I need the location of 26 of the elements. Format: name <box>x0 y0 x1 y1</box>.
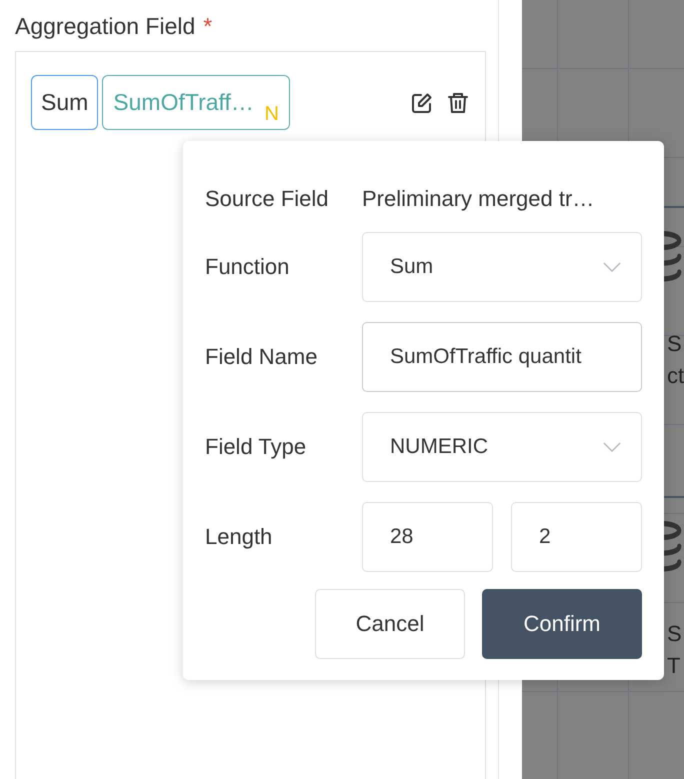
input-field[interactable]: SumOfTraffic quantit <box>362 322 642 392</box>
node-label: S <box>666 620 683 648</box>
chevron-down-icon <box>603 442 621 452</box>
edit-icon[interactable] <box>410 90 434 114</box>
field-tag-text: SumOfTraff… <box>113 89 254 116</box>
dropdown[interactable]: Sum <box>362 232 642 302</box>
cancel-button[interactable]: Cancel <box>315 589 465 659</box>
field-label: Length <box>205 524 274 550</box>
field-label: Field Type <box>205 434 308 460</box>
node-label: T <box>666 652 682 680</box>
node-label: ct <box>666 362 684 390</box>
field-label: Field Name <box>205 344 318 370</box>
type-label: N <box>264 103 279 126</box>
dropdown[interactable]: NUMERIC <box>362 412 642 482</box>
section-title: Aggregation Field <box>15 12 196 40</box>
confirm-button[interactable]: Confirm <box>482 589 642 659</box>
node-label: S <box>666 330 683 358</box>
field-label: Function <box>205 254 290 280</box>
trash-icon[interactable] <box>446 90 470 114</box>
input-field[interactable]: 2 <box>511 502 642 572</box>
required-mark: * <box>203 12 212 40</box>
function-tag[interactable]: Sum <box>31 75 98 130</box>
source-field-value: Preliminary merged tr… <box>362 186 594 212</box>
input-field[interactable]: 28 <box>362 502 493 572</box>
chevron-down-icon <box>603 262 621 272</box>
field-label: Source Field <box>205 186 330 212</box>
